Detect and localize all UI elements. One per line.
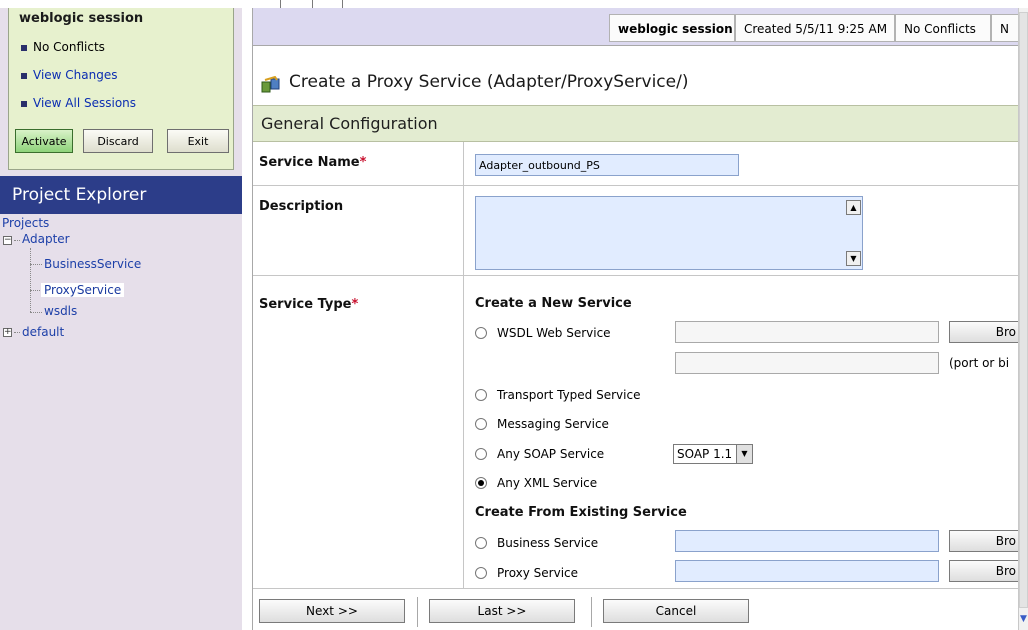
description-textarea[interactable]: ▲ ▼ xyxy=(475,196,863,270)
view-changes-label[interactable]: View Changes xyxy=(33,68,118,82)
tree-item-adapter[interactable]: Adapter xyxy=(22,232,70,246)
any-xml-service-radio[interactable] xyxy=(475,477,487,489)
page-title: Create a Proxy Service (Adapter/ProxySer… xyxy=(289,72,689,92)
tree-connector xyxy=(14,240,20,241)
main-panel: weblogic session Created 5/5/11 9:25 AM … xyxy=(252,8,1019,630)
tree-connector xyxy=(30,248,31,312)
create-from-existing-title: Create From Existing Service xyxy=(475,505,687,520)
transport-typed-radio[interactable] xyxy=(475,389,487,401)
tree-connector xyxy=(30,264,42,265)
soap-version-value[interactable]: SOAP 1.1 xyxy=(677,447,732,461)
bullet-icon xyxy=(21,101,27,107)
required-marker: * xyxy=(359,155,367,170)
transport-typed-label[interactable]: Transport Typed Service xyxy=(497,388,640,402)
session-bar: weblogic session Created 5/5/11 9:25 AM … xyxy=(253,8,1019,46)
expand-icon[interactable]: + xyxy=(3,328,12,337)
top-divider xyxy=(342,0,343,8)
service-name-row: Service Name* xyxy=(253,142,1019,186)
bullet-icon xyxy=(21,45,27,51)
chevron-down-icon[interactable]: ▼ xyxy=(736,445,752,463)
sidebar: weblogic session No Conflicts View Chang… xyxy=(0,8,242,630)
scroll-down-icon[interactable]: ▼ xyxy=(846,251,861,266)
session-created-cell: Created 5/5/11 9:25 AM xyxy=(735,14,895,42)
next-button[interactable]: Next >> xyxy=(259,599,405,623)
session-title: weblogic session xyxy=(19,11,144,26)
any-soap-service-label[interactable]: Any SOAP Service xyxy=(497,447,604,461)
messaging-service-radio[interactable] xyxy=(475,418,487,430)
row-divider xyxy=(463,142,464,185)
service-name-label-text: Service Name xyxy=(259,155,360,170)
business-service-label[interactable]: Business Service xyxy=(497,536,598,550)
tree-projects-root[interactable]: Projects xyxy=(2,216,49,230)
service-name-input[interactable] xyxy=(475,154,739,176)
service-type-row: Service Type* Create a New Service WSDL … xyxy=(253,276,1019,588)
scrollbar-thumb[interactable] xyxy=(1019,12,1028,608)
collapse-icon[interactable]: − xyxy=(3,236,12,245)
general-configuration-header: General Configuration xyxy=(253,105,1019,142)
service-type-label: Service Type* xyxy=(259,297,358,312)
wsdl-port-input[interactable] xyxy=(675,352,939,374)
description-row: Description ▲ ▼ xyxy=(253,186,1019,276)
change-center-panel: weblogic session No Conflicts View Chang… xyxy=(8,8,234,170)
tree-item-proxyservice[interactable]: ProxyService xyxy=(41,283,125,297)
required-marker: * xyxy=(351,297,359,312)
button-separator xyxy=(417,597,418,627)
business-service-radio[interactable] xyxy=(475,537,487,549)
proxy-service-label[interactable]: Proxy Service xyxy=(497,566,578,580)
no-conflicts-label: No Conflicts xyxy=(33,40,105,54)
view-changes-link[interactable]: View Changes xyxy=(21,68,118,82)
tree-item-default[interactable]: default xyxy=(22,325,64,339)
top-strip xyxy=(0,0,1028,8)
button-separator xyxy=(591,597,592,627)
wsdl-input[interactable] xyxy=(675,321,939,343)
service-name-label: Service Name* xyxy=(259,155,366,170)
row-divider xyxy=(463,276,464,588)
no-conflicts-status: No Conflicts xyxy=(21,40,105,54)
wsdl-browse-button[interactable]: Bro xyxy=(949,321,1019,343)
last-button[interactable]: Last >> xyxy=(429,599,575,623)
bullet-icon xyxy=(21,73,27,79)
proxy-service-icon xyxy=(261,76,280,93)
title-row: Create a Proxy Service (Adapter/ProxySer… xyxy=(253,66,1019,106)
tree-item-businessservice[interactable]: BusinessService xyxy=(44,257,141,271)
wizard-footer: Next >> Last >> Cancel xyxy=(253,588,1019,630)
proxy-service-input[interactable] xyxy=(675,560,939,582)
create-new-service-title: Create a New Service xyxy=(475,296,632,311)
top-divider xyxy=(312,0,313,8)
service-type-label-text: Service Type xyxy=(259,297,352,312)
session-extra-cell: N xyxy=(991,14,1019,42)
description-label: Description xyxy=(259,199,344,214)
messaging-service-label[interactable]: Messaging Service xyxy=(497,417,609,431)
vertical-scrollbar[interactable]: ▼ xyxy=(1018,8,1028,630)
business-service-browse-button[interactable]: Bro xyxy=(949,530,1019,552)
port-binding-note: (port or bi xyxy=(949,356,1010,370)
tree-item-proxyservice-label[interactable]: ProxyService xyxy=(41,283,125,297)
soap-version-select[interactable]: SOAP 1.1 ▼ xyxy=(673,444,753,464)
cancel-button[interactable]: Cancel xyxy=(603,599,749,623)
tree-connector xyxy=(30,312,42,313)
view-all-sessions-link[interactable]: View All Sessions xyxy=(21,96,136,110)
wsdl-web-service-label[interactable]: WSDL Web Service xyxy=(497,326,611,340)
top-divider xyxy=(280,0,281,8)
business-service-input[interactable] xyxy=(675,530,939,552)
scroll-down-arrow-icon[interactable]: ▼ xyxy=(1019,612,1028,626)
project-explorer-title: Project Explorer xyxy=(0,176,242,214)
discard-button[interactable]: Discard xyxy=(83,129,153,153)
proxy-service-radio[interactable] xyxy=(475,567,487,579)
tree-connector xyxy=(14,332,20,333)
any-soap-service-radio[interactable] xyxy=(475,448,487,460)
any-xml-service-label[interactable]: Any XML Service xyxy=(497,476,597,490)
tree-item-wsdls[interactable]: wsdls xyxy=(44,304,77,318)
row-divider xyxy=(463,186,464,275)
proxy-service-browse-button[interactable]: Bro xyxy=(949,560,1019,582)
session-name-cell: weblogic session xyxy=(609,14,735,42)
exit-button[interactable]: Exit xyxy=(167,129,229,153)
activate-button[interactable]: Activate xyxy=(15,129,73,153)
session-conflicts-cell: No Conflicts xyxy=(895,14,991,42)
view-all-sessions-label[interactable]: View All Sessions xyxy=(33,96,136,110)
scroll-up-icon[interactable]: ▲ xyxy=(846,200,861,215)
wsdl-web-service-radio[interactable] xyxy=(475,327,487,339)
